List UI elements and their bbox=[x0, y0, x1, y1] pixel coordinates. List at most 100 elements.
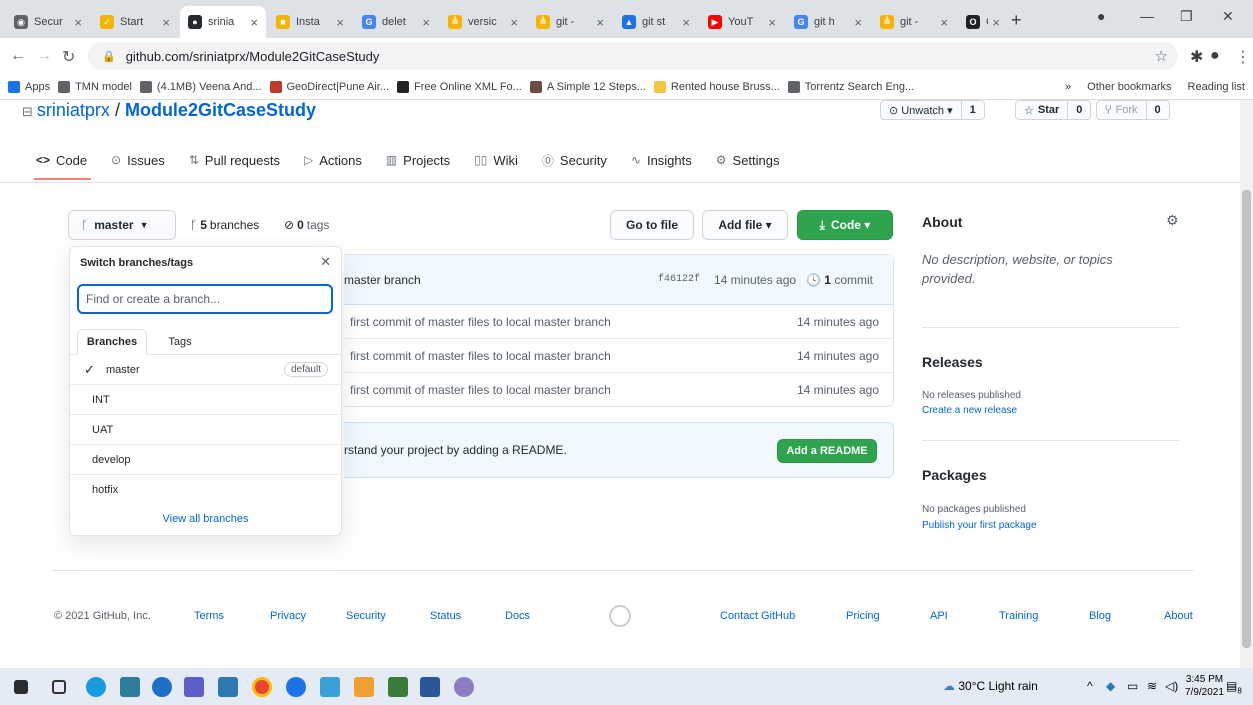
table-row[interactable]: first commit of master files to local ma… bbox=[344, 305, 893, 339]
tab-close-icon[interactable]: × bbox=[74, 15, 82, 30]
tab-close-icon[interactable]: × bbox=[854, 15, 862, 30]
tab-actions[interactable]: ▷ Actions bbox=[304, 142, 362, 178]
footer-status-link[interactable]: Status bbox=[430, 610, 461, 622]
tab-tags[interactable]: Tags bbox=[155, 329, 205, 355]
back-button[interactable]: ← bbox=[10, 47, 26, 65]
file-commit-message[interactable]: first commit of master files to local ma… bbox=[350, 315, 611, 329]
app-icon[interactable] bbox=[354, 677, 374, 697]
footer-pricing-link[interactable]: Pricing bbox=[846, 610, 880, 622]
tab-close-icon[interactable]: × bbox=[250, 15, 258, 30]
bookmark-item[interactable]: Apps bbox=[8, 80, 50, 93]
fork-button[interactable]: Ⴤ Fork 0 bbox=[1096, 100, 1170, 120]
footer-blog-link[interactable]: Blog bbox=[1089, 610, 1111, 622]
browser-tab[interactable]: ✓ Start × bbox=[92, 6, 178, 38]
footer-security-link[interactable]: Security bbox=[346, 610, 386, 622]
browser-tab[interactable]: ▶ YouT × bbox=[700, 6, 784, 38]
tab-insights[interactable]: ∿ Insights bbox=[631, 142, 692, 178]
ie-icon[interactable] bbox=[152, 677, 172, 697]
table-row[interactable]: first commit of master files to local ma… bbox=[344, 373, 893, 407]
footer-training-link[interactable]: Training bbox=[999, 610, 1038, 622]
bookmark-item[interactable]: Rented house Bruss... bbox=[653, 80, 780, 93]
go-to-file-button[interactable]: Go to file bbox=[610, 210, 694, 240]
tab-wiki[interactable]: ▯▯ Wiki bbox=[474, 142, 518, 178]
latest-commit-message[interactable]: master branch bbox=[344, 273, 421, 287]
browser-tab[interactable]: O Quicl × bbox=[958, 6, 1008, 38]
browser-tab[interactable]: ≜ git - × bbox=[872, 6, 956, 38]
restore-button[interactable]: ❐ bbox=[1180, 8, 1193, 25]
minimize-button[interactable]: — bbox=[1140, 8, 1154, 24]
footer-terms-link[interactable]: Terms bbox=[194, 610, 224, 622]
code-button[interactable]: ⤓ Code ▾ bbox=[797, 210, 893, 240]
view-all-branches-link[interactable]: View all branches bbox=[70, 513, 341, 525]
tray-chevron-icon[interactable]: ^ bbox=[1087, 679, 1093, 693]
tab-close-icon[interactable]: × bbox=[940, 15, 948, 30]
tab-code[interactable]: <> Code bbox=[33, 142, 92, 180]
footer-privacy-link[interactable]: Privacy bbox=[270, 610, 306, 622]
network-app-icon[interactable] bbox=[388, 677, 408, 697]
tab-close-icon[interactable]: × bbox=[162, 15, 170, 30]
tab-security[interactable]: ⓪ Security bbox=[542, 142, 607, 178]
edge-icon[interactable] bbox=[86, 677, 106, 697]
browser-tab[interactable]: ● srinia × bbox=[180, 6, 266, 38]
file-commit-message[interactable]: first commit of master files to local ma… bbox=[350, 383, 611, 397]
app-icon[interactable] bbox=[320, 677, 340, 697]
reading-list-button[interactable]: Reading list bbox=[1188, 81, 1245, 93]
teams-icon[interactable] bbox=[184, 677, 204, 697]
add-readme-button[interactable]: Add a README bbox=[777, 439, 877, 463]
releases-heading[interactable]: Releases bbox=[922, 354, 983, 370]
wifi-icon[interactable]: ≋ bbox=[1147, 679, 1157, 693]
bookmark-item[interactable]: Free Online XML Fo... bbox=[397, 80, 522, 93]
bookmark-item[interactable]: A Simple 12 Steps... bbox=[529, 80, 646, 93]
browser-tab[interactable]: Gdelet × bbox=[354, 6, 438, 38]
packages-heading[interactable]: Packages bbox=[922, 467, 987, 483]
bookmark-star-icon[interactable]: ☆ bbox=[1155, 47, 1168, 65]
tab-close-icon[interactable]: × bbox=[336, 15, 344, 30]
address-bar[interactable]: 🔒 github.com/sriniatprx/Module2GitCaseSt… bbox=[88, 42, 1178, 70]
chrome-icon[interactable] bbox=[252, 677, 272, 697]
word-icon[interactable] bbox=[420, 677, 440, 697]
footer-docs-link[interactable]: Docs bbox=[505, 610, 530, 622]
file-commit-message[interactable]: first commit of master files to local ma… bbox=[350, 349, 611, 363]
branch-item-hotfix[interactable]: hotfix bbox=[70, 475, 341, 505]
windows-start-icon[interactable] bbox=[14, 680, 28, 694]
branch-filter-input[interactable] bbox=[77, 284, 333, 314]
branch-item-master[interactable]: ✓ master default bbox=[70, 355, 341, 385]
tab-issues[interactable]: ⊙ Issues bbox=[111, 142, 165, 178]
app-icon[interactable] bbox=[454, 677, 474, 697]
repo-name-link[interactable]: Module2GitCaseStudy bbox=[125, 100, 316, 120]
avatar[interactable]: ● bbox=[1210, 47, 1220, 65]
tab-branches[interactable]: Branches bbox=[77, 329, 147, 355]
chrome-menu-icon[interactable]: ⋮ bbox=[1235, 47, 1251, 67]
publish-package-link[interactable]: Publish your first package bbox=[922, 520, 1037, 531]
tab-close-icon[interactable]: × bbox=[768, 15, 776, 30]
battery-icon[interactable]: ▭ bbox=[1127, 679, 1138, 693]
bookmark-item[interactable]: GeoDirect|Pune Air... bbox=[269, 80, 389, 93]
volume-icon[interactable]: ◁) bbox=[1165, 679, 1178, 693]
branches-link[interactable]: ᚴ 5 branches bbox=[190, 218, 259, 232]
tab-pull-requests[interactable]: ⇅ Pull requests bbox=[189, 142, 280, 178]
star-button[interactable]: ☆ Star 0 bbox=[1015, 100, 1092, 120]
profile-icon[interactable]: ● bbox=[1097, 8, 1105, 24]
tab-close-icon[interactable]: × bbox=[682, 15, 690, 30]
tab-settings[interactable]: ⚙ Settings bbox=[716, 142, 780, 178]
unwatch-button[interactable]: ⊙ Unwatch ▾ 1 bbox=[880, 100, 985, 120]
commit-count-link[interactable]: 🕓 1 commit bbox=[806, 273, 873, 287]
table-row[interactable]: first commit of master files to local ma… bbox=[344, 339, 893, 373]
store-icon[interactable] bbox=[120, 677, 140, 697]
scrollbar-thumb[interactable] bbox=[1242, 190, 1251, 648]
forward-button[interactable]: → bbox=[36, 47, 52, 65]
browser-tab[interactable]: ≜ git - × bbox=[528, 6, 612, 38]
new-tab-button[interactable]: + bbox=[1011, 10, 1022, 31]
footer-api-link[interactable]: API bbox=[930, 610, 948, 622]
system-clock[interactable]: 3:45 PM 7/9/2021 bbox=[1185, 673, 1224, 699]
browser-tab[interactable]: ■ Insta × bbox=[268, 6, 352, 38]
repo-owner-link[interactable]: sriniatprx bbox=[37, 100, 110, 120]
close-icon[interactable]: ✕ bbox=[320, 254, 331, 270]
browser-tab[interactable]: ≜ versic × bbox=[440, 6, 526, 38]
reload-button[interactable]: ↻ bbox=[62, 47, 75, 67]
bookmarks-overflow-button[interactable]: » bbox=[1065, 81, 1071, 93]
browser-tab[interactable]: ▲ git st × bbox=[614, 6, 698, 38]
github-logo-icon[interactable] bbox=[609, 605, 631, 627]
bookmark-item[interactable]: Torrentz Search Eng... bbox=[787, 80, 914, 93]
tab-close-icon[interactable]: × bbox=[992, 15, 1000, 30]
